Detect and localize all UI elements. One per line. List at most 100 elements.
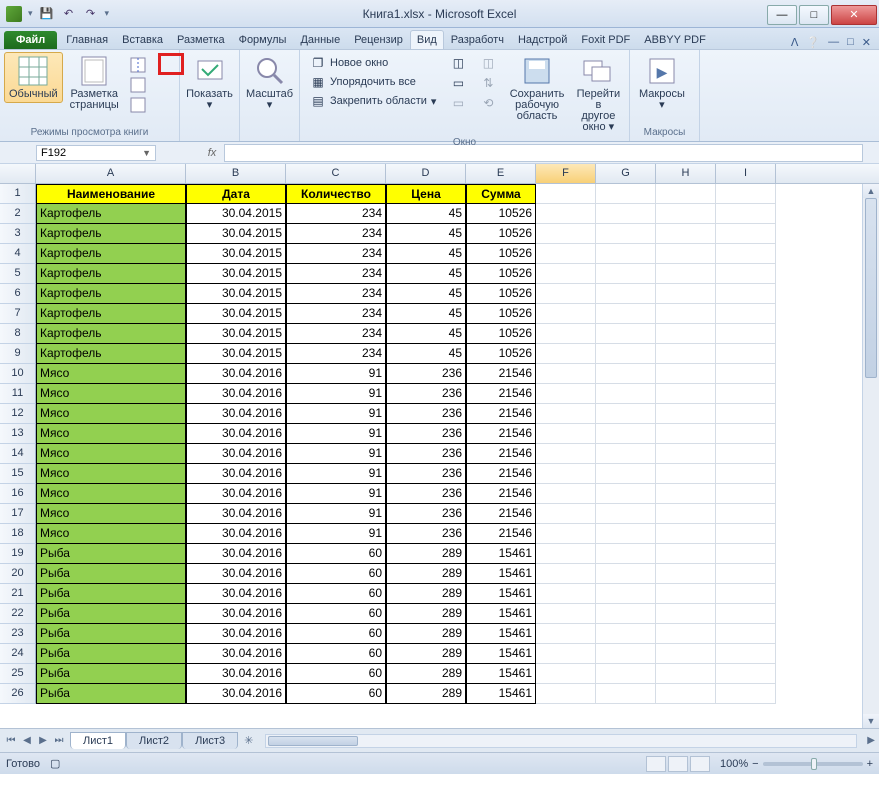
data-cell[interactable]: Рыба bbox=[36, 644, 186, 664]
empty-cell[interactable] bbox=[656, 324, 716, 344]
empty-cell[interactable] bbox=[596, 524, 656, 544]
empty-cell[interactable] bbox=[716, 684, 776, 704]
empty-cell[interactable] bbox=[716, 484, 776, 504]
row-header[interactable]: 20 bbox=[0, 564, 36, 584]
doc-minimize-icon[interactable]: — bbox=[828, 36, 839, 49]
header-cell[interactable]: Дата bbox=[186, 184, 286, 204]
empty-cell[interactable] bbox=[656, 524, 716, 544]
column-header-D[interactable]: D bbox=[386, 164, 466, 183]
freeze-panes-button[interactable]: ▤Закрепить области ▾ bbox=[306, 92, 440, 110]
empty-cell[interactable] bbox=[596, 424, 656, 444]
empty-cell[interactable] bbox=[596, 624, 656, 644]
minimize-button[interactable]: — bbox=[767, 5, 797, 25]
empty-cell[interactable] bbox=[656, 364, 716, 384]
data-cell[interactable]: 10526 bbox=[466, 304, 536, 324]
column-header-E[interactable]: E bbox=[466, 164, 536, 183]
column-header-A[interactable]: A bbox=[36, 164, 186, 183]
data-cell[interactable]: Картофель bbox=[36, 304, 186, 324]
sheet-tab-1[interactable]: Лист2 bbox=[126, 732, 182, 749]
data-cell[interactable]: 45 bbox=[386, 304, 466, 324]
empty-cell[interactable] bbox=[656, 644, 716, 664]
scroll-down-icon[interactable]: ▼ bbox=[863, 714, 879, 728]
empty-cell[interactable] bbox=[716, 564, 776, 584]
empty-cell[interactable] bbox=[656, 244, 716, 264]
empty-cell[interactable] bbox=[716, 184, 776, 204]
empty-cell[interactable] bbox=[656, 284, 716, 304]
empty-cell[interactable] bbox=[596, 664, 656, 684]
data-cell[interactable]: 91 bbox=[286, 404, 386, 424]
name-box[interactable]: F192▼ bbox=[36, 145, 156, 161]
data-cell[interactable]: 30.04.2016 bbox=[186, 564, 286, 584]
data-cell[interactable]: 234 bbox=[286, 304, 386, 324]
qat-more-icon[interactable]: ▾ bbox=[105, 8, 110, 19]
data-cell[interactable]: 236 bbox=[386, 464, 466, 484]
data-cell[interactable]: 30.04.2016 bbox=[186, 624, 286, 644]
empty-cell[interactable] bbox=[716, 604, 776, 624]
empty-cell[interactable] bbox=[536, 384, 596, 404]
empty-cell[interactable] bbox=[536, 244, 596, 264]
data-cell[interactable]: Мясо bbox=[36, 384, 186, 404]
doc-close-icon[interactable]: ✕ bbox=[862, 36, 871, 49]
data-cell[interactable]: 60 bbox=[286, 684, 386, 704]
data-cell[interactable]: Мясо bbox=[36, 444, 186, 464]
data-cell[interactable]: 30.04.2016 bbox=[186, 584, 286, 604]
empty-cell[interactable] bbox=[596, 264, 656, 284]
horizontal-scrollbar[interactable] bbox=[265, 734, 857, 748]
zoom-in-icon[interactable]: + bbox=[867, 758, 873, 770]
data-cell[interactable]: 236 bbox=[386, 424, 466, 444]
data-cell[interactable]: 10526 bbox=[466, 284, 536, 304]
data-cell[interactable]: 91 bbox=[286, 524, 386, 544]
data-cell[interactable]: 45 bbox=[386, 224, 466, 244]
data-cell[interactable]: 289 bbox=[386, 584, 466, 604]
sheet-nav-next-icon[interactable]: ▶ bbox=[36, 735, 50, 746]
row-header[interactable]: 18 bbox=[0, 524, 36, 544]
data-cell[interactable]: 60 bbox=[286, 584, 386, 604]
row-header[interactable]: 5 bbox=[0, 264, 36, 284]
empty-cell[interactable] bbox=[716, 464, 776, 484]
empty-cell[interactable] bbox=[536, 364, 596, 384]
data-cell[interactable]: 289 bbox=[386, 564, 466, 584]
empty-cell[interactable] bbox=[596, 464, 656, 484]
file-tab[interactable]: Файл bbox=[4, 31, 57, 49]
row-header[interactable]: 13 bbox=[0, 424, 36, 444]
ribbon-tab-2[interactable]: Разметка bbox=[170, 30, 232, 49]
empty-cell[interactable] bbox=[536, 184, 596, 204]
data-cell[interactable]: Картофель bbox=[36, 344, 186, 364]
data-cell[interactable]: 21546 bbox=[466, 364, 536, 384]
sheet-nav-last-icon[interactable]: ⏭ bbox=[52, 735, 66, 746]
data-cell[interactable]: 234 bbox=[286, 344, 386, 364]
data-cell[interactable]: 236 bbox=[386, 484, 466, 504]
empty-cell[interactable] bbox=[536, 444, 596, 464]
new-sheet-icon[interactable]: ✳ bbox=[238, 734, 259, 747]
empty-cell[interactable] bbox=[656, 444, 716, 464]
column-header-I[interactable]: I bbox=[716, 164, 776, 183]
row-header[interactable]: 6 bbox=[0, 284, 36, 304]
data-cell[interactable]: Картофель bbox=[36, 244, 186, 264]
save-workspace-button[interactable]: Сохранить рабочую область bbox=[504, 52, 569, 125]
empty-cell[interactable] bbox=[716, 644, 776, 664]
data-cell[interactable]: 10526 bbox=[466, 344, 536, 364]
data-cell[interactable]: 21546 bbox=[466, 524, 536, 544]
data-cell[interactable]: Рыба bbox=[36, 684, 186, 704]
arrange-all-button[interactable]: ▦Упорядочить все bbox=[306, 73, 440, 91]
empty-cell[interactable] bbox=[536, 224, 596, 244]
data-cell[interactable]: Мясо bbox=[36, 424, 186, 444]
data-cell[interactable]: Мясо bbox=[36, 364, 186, 384]
empty-cell[interactable] bbox=[656, 684, 716, 704]
empty-cell[interactable] bbox=[536, 684, 596, 704]
data-cell[interactable]: 234 bbox=[286, 224, 386, 244]
data-cell[interactable]: 45 bbox=[386, 204, 466, 224]
empty-cell[interactable] bbox=[656, 184, 716, 204]
macros-button[interactable]: ▶ Макросы▾ bbox=[634, 52, 690, 114]
data-cell[interactable]: 30.04.2016 bbox=[186, 524, 286, 544]
data-cell[interactable]: 15461 bbox=[466, 564, 536, 584]
row-header[interactable]: 22 bbox=[0, 604, 36, 624]
scroll-up-icon[interactable]: ▲ bbox=[863, 184, 879, 198]
empty-cell[interactable] bbox=[656, 224, 716, 244]
empty-cell[interactable] bbox=[596, 244, 656, 264]
switch-windows-button[interactable]: Перейти в другое окно ▾ bbox=[572, 52, 625, 136]
data-cell[interactable]: 60 bbox=[286, 564, 386, 584]
fullscreen-button[interactable] bbox=[126, 96, 150, 114]
data-cell[interactable]: 30.04.2015 bbox=[186, 324, 286, 344]
empty-cell[interactable] bbox=[536, 524, 596, 544]
